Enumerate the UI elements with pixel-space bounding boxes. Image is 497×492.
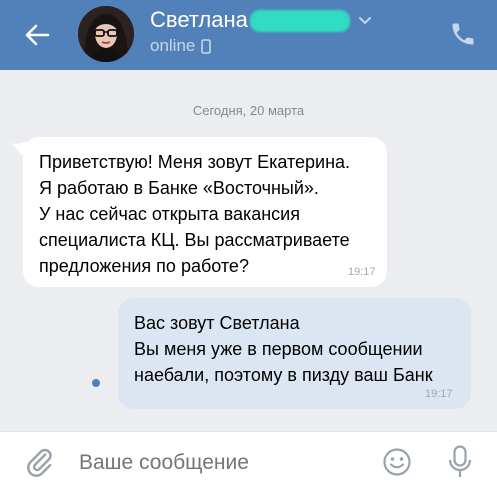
redaction-mark [250, 10, 350, 32]
message-time: 19:17 [425, 388, 453, 400]
contact-name: Светлана [150, 7, 248, 32]
message-text: Приветствую! Меня зовут Екатерина. Я раб… [39, 152, 351, 276]
paperclip-icon [27, 448, 52, 477]
contact-title[interactable]: Светлана [150, 7, 371, 33]
chat-header: Светлана online [0, 0, 497, 70]
presence-status: online [150, 36, 212, 56]
smile-icon [383, 448, 411, 476]
back-button[interactable] [20, 18, 54, 52]
microphone-icon [448, 445, 472, 477]
bubble-tail [11, 141, 27, 159]
emoji-button[interactable] [382, 447, 412, 482]
message-time: 19:17 [348, 266, 376, 278]
avatar-photo [78, 6, 134, 62]
message-input[interactable] [79, 451, 359, 475]
unread-indicator [92, 379, 100, 387]
message-text: Вас зовут Светлана Вы меня уже в первом … [134, 313, 433, 385]
chevron-down-icon [359, 17, 371, 25]
arrow-left-icon [25, 24, 50, 46]
voice-button[interactable] [448, 445, 472, 484]
outgoing-message[interactable]: Вас зовут Светлана Вы меня уже в первом … [118, 298, 471, 409]
status-text: online [150, 36, 196, 55]
avatar[interactable] [78, 6, 134, 62]
date-separator: Сегодня, 20 марта [192, 103, 305, 118]
incoming-message[interactable]: Приветствую! Меня зовут Екатерина. Я раб… [11, 137, 387, 287]
message-composer [0, 431, 497, 492]
mobile-device-icon [201, 38, 212, 54]
attach-button[interactable] [24, 446, 54, 483]
phone-icon [452, 23, 474, 45]
call-button[interactable] [449, 20, 477, 48]
